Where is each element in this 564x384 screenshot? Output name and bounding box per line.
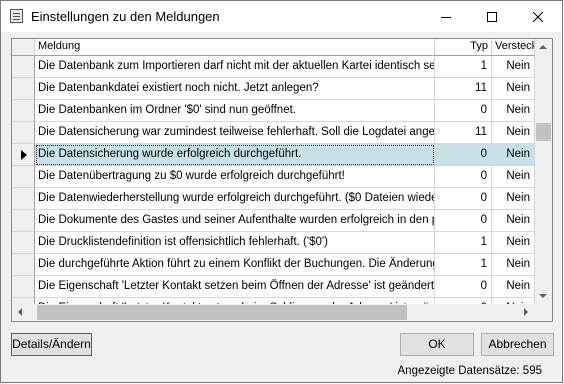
type-cell[interactable]: 11 [435, 78, 492, 100]
scrollbar-corner [535, 304, 552, 321]
maximize-button[interactable] [469, 1, 515, 32]
hidden-cell[interactable]: Nein [492, 276, 535, 298]
table-row[interactable]: Die Datenbank zum Importieren darf nicht… [12, 56, 535, 78]
row-header[interactable] [12, 166, 35, 188]
type-cell[interactable]: 1 [435, 232, 492, 254]
type-cell[interactable]: 0 [435, 210, 492, 232]
dialog-window: Einstellungen zu den Meldungen Meldung T… [0, 0, 563, 383]
table-row[interactable]: Die Datenbanken im Ordner '$0' sind nun … [12, 100, 535, 122]
table-row[interactable]: Die Dokumente des Gastes und seiner Aufe… [12, 210, 535, 232]
scroll-left-icon[interactable] [18, 308, 22, 316]
column-header-type[interactable]: Typ [435, 39, 492, 56]
table-row[interactable]: Die durchgeführte Aktion führt zu einem … [12, 254, 535, 276]
type-cell[interactable]: 0 [435, 166, 492, 188]
row-header-corner [12, 39, 35, 56]
close-button[interactable] [515, 1, 561, 32]
message-cell[interactable]: Die durchgeführte Aktion führt zu einem … [35, 254, 435, 276]
row-header[interactable] [12, 188, 35, 210]
title-bar[interactable]: Einstellungen zu den Meldungen [1, 1, 562, 32]
message-cell[interactable]: Die Datensicherung wurde erfolgreich dur… [35, 144, 435, 166]
window-title: Einstellungen zu den Meldungen [31, 9, 220, 24]
table-row[interactable]: Die Drucklistendefinition ist offensicht… [12, 232, 535, 254]
row-header[interactable] [12, 78, 35, 100]
close-icon [533, 11, 543, 22]
message-cell[interactable]: Die Datenbank zum Importieren darf nicht… [35, 56, 435, 78]
hidden-cell[interactable]: Nein [492, 100, 535, 122]
details-edit-button[interactable]: Details/Ändern [11, 333, 92, 356]
hidden-cell[interactable]: Nein [492, 232, 535, 254]
table-row[interactable]: Die Datenübertragung zu $0 wurde erfolgr… [12, 166, 535, 188]
scroll-right-icon[interactable] [524, 308, 528, 316]
type-cell[interactable]: 0 [435, 276, 492, 298]
table-row[interactable]: Die Datenwiederherstellung wurde erfolgr… [12, 188, 535, 210]
row-header[interactable] [12, 254, 35, 276]
type-cell[interactable]: 11 [435, 122, 492, 144]
record-count-status: Angezeigte Datensätze: 595 [397, 365, 543, 377]
table-row[interactable]: Die Eigenschaft 'Letzter Kontakt setzen … [12, 276, 535, 298]
type-cell[interactable]: 1 [435, 254, 492, 276]
message-cell[interactable]: Die Dokumente des Gastes und seiner Aufe… [35, 210, 435, 232]
vertical-scroll-thumb[interactable] [536, 123, 551, 141]
row-header[interactable] [12, 56, 35, 78]
scroll-up-icon[interactable] [539, 45, 547, 49]
row-header[interactable] [12, 100, 35, 122]
hidden-cell[interactable]: Nein [492, 166, 535, 188]
table-row[interactable]: Die Datensicherung war zumindest teilwei… [12, 122, 535, 144]
minimize-button[interactable] [423, 1, 469, 32]
table-row-selected[interactable]: Die Datensicherung wurde erfolgreich dur… [12, 144, 535, 166]
column-header-message[interactable]: Meldung [35, 39, 435, 56]
message-cell[interactable]: Die Drucklistendefinition ist offensicht… [35, 232, 435, 254]
hidden-cell[interactable]: Nein [492, 122, 535, 144]
type-cell[interactable]: 0 [435, 188, 492, 210]
vertical-scrollbar[interactable] [535, 39, 552, 304]
hidden-cell[interactable]: Nein [492, 210, 535, 232]
current-row-indicator-icon [21, 150, 27, 160]
row-header[interactable] [12, 144, 35, 166]
row-header[interactable] [12, 122, 35, 144]
row-header[interactable] [12, 276, 35, 298]
app-list-icon [10, 9, 23, 23]
ok-button[interactable]: OK [400, 333, 474, 356]
cancel-button[interactable]: Abbrechen [481, 333, 554, 356]
column-header-hidden[interactable]: Versteckt [492, 39, 535, 56]
hidden-cell[interactable]: Nein [492, 78, 535, 100]
message-cell[interactable]: Die Datenwiederherstellung wurde erfolgr… [35, 188, 435, 210]
type-cell[interactable]: 0 [435, 144, 492, 166]
message-cell[interactable]: Die Datenübertragung zu $0 wurde erfolgr… [35, 166, 435, 188]
message-cell[interactable]: Die Datenbankdatei existiert noch nicht.… [35, 78, 435, 100]
row-header[interactable] [12, 232, 35, 254]
hidden-cell[interactable]: Nein [492, 254, 535, 276]
horizontal-scrollbar[interactable] [12, 304, 535, 321]
table-row[interactable]: Die Datenbankdatei existiert noch nicht.… [12, 78, 535, 100]
hidden-cell[interactable]: Nein [492, 144, 535, 166]
message-cell[interactable]: Die Eigenschaft 'Letzter Kontakt setzen … [35, 276, 435, 298]
maximize-icon [487, 11, 497, 22]
row-header[interactable] [12, 210, 35, 232]
message-cell[interactable]: Die Datenbanken im Ordner '$0' sind nun … [35, 100, 435, 122]
hidden-cell[interactable]: Nein [492, 56, 535, 78]
type-cell[interactable]: 1 [435, 56, 492, 78]
scroll-down-icon[interactable] [539, 294, 547, 298]
hidden-cell[interactable]: Nein [492, 188, 535, 210]
message-cell[interactable]: Die Datensicherung war zumindest teilwei… [35, 122, 435, 144]
minimize-icon [441, 16, 451, 18]
messages-grid[interactable]: Meldung Typ Versteckt Die Datenbank zum … [11, 38, 553, 322]
type-cell[interactable]: 0 [435, 100, 492, 122]
horizontal-scroll-thumb[interactable] [37, 305, 407, 320]
